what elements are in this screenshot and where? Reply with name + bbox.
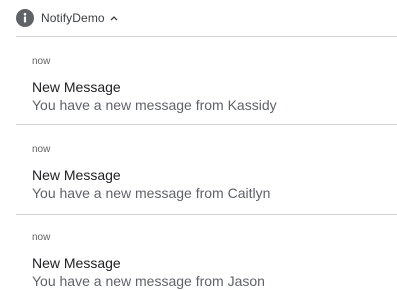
notification-item[interactable]: now New Message You have a new message f… xyxy=(32,231,392,290)
notification-body: You have a new message from Caitlyn xyxy=(32,185,271,201)
notification-item[interactable]: now New Message You have a new message f… xyxy=(32,55,392,114)
notification-body: You have a new message from Jason xyxy=(32,273,265,289)
notification-time: now xyxy=(32,56,51,67)
app-name: NotifyDemo xyxy=(41,11,105,25)
notification-time: now xyxy=(32,144,51,155)
divider xyxy=(16,214,397,215)
notification-title: New Message xyxy=(32,167,121,183)
divider xyxy=(16,124,397,125)
notification-time: now xyxy=(32,232,51,243)
divider xyxy=(16,36,397,37)
info-icon xyxy=(16,9,34,27)
notification-item[interactable]: now New Message You have a new message f… xyxy=(32,143,392,202)
notification-body: You have a new message from Kassidy xyxy=(32,97,277,113)
chevron-up-icon[interactable] xyxy=(109,14,119,22)
notification-title: New Message xyxy=(32,255,121,271)
notification-title: New Message xyxy=(32,79,121,95)
notification-group-header[interactable]: NotifyDemo xyxy=(16,7,119,29)
